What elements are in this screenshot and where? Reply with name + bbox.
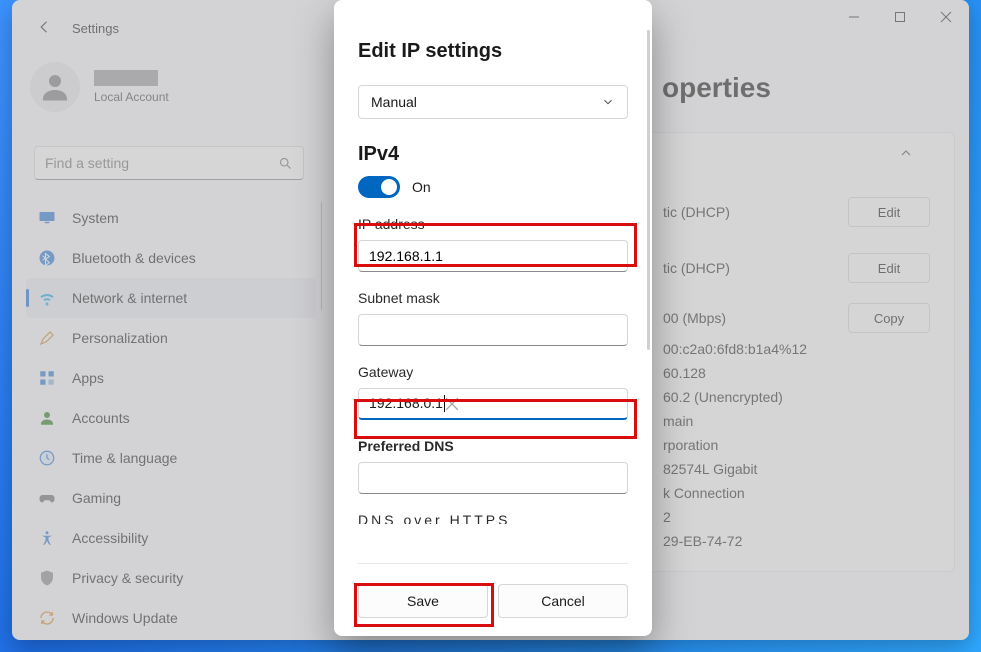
person-icon xyxy=(38,409,56,427)
dns-field[interactable] xyxy=(358,462,628,494)
prop-value: 00 (Mbps) xyxy=(663,310,848,326)
nav-label: Windows Update xyxy=(72,610,178,626)
dialog-title: Edit IP settings xyxy=(358,40,628,63)
toggle-label: On xyxy=(412,179,431,195)
ipv4-heading: IPv4 xyxy=(358,143,628,166)
prop-value: 60.2 (Unencrypted) xyxy=(663,389,930,405)
nav-label: Accessibility xyxy=(72,530,148,546)
edit-ip-dialog: Edit IP settings Manual IPv4 On IP addre… xyxy=(334,0,652,636)
prop-value: k Connection xyxy=(663,485,930,501)
prop-value: 60.128 xyxy=(663,365,930,381)
search-box[interactable] xyxy=(34,146,304,180)
titlebar-controls xyxy=(831,0,969,34)
nav-label: Personalization xyxy=(72,330,168,346)
shield-icon xyxy=(38,569,56,587)
prop-value: rporation xyxy=(663,437,930,453)
nav-label: Network & internet xyxy=(72,290,187,306)
profile-account-type: Local Account xyxy=(94,90,169,104)
sidebar-item-system[interactable]: System xyxy=(26,198,316,238)
search-input[interactable] xyxy=(45,155,278,171)
edit-button[interactable]: Edit xyxy=(848,197,930,227)
accessibility-icon xyxy=(38,529,56,547)
active-indicator xyxy=(26,289,29,307)
chevron-up-icon[interactable] xyxy=(898,145,914,161)
gamepad-icon xyxy=(38,489,56,507)
prop-value: tic (DHCP) xyxy=(663,260,848,276)
sidebar-item-privacy[interactable]: Privacy & security xyxy=(26,558,316,598)
nav-label: Gaming xyxy=(72,490,121,506)
edit-button[interactable]: Edit xyxy=(848,253,930,283)
prop-value: tic (DHCP) xyxy=(663,204,848,220)
nav-scrollbar[interactable] xyxy=(321,202,322,310)
ip-address-input[interactable] xyxy=(369,248,617,264)
nav-label: Time & language xyxy=(72,450,177,466)
back-icon[interactable] xyxy=(36,18,54,39)
wifi-icon xyxy=(38,289,56,307)
sidebar-item-bluetooth[interactable]: Bluetooth & devices xyxy=(26,238,316,278)
sidebar-item-network[interactable]: Network & internet xyxy=(26,278,316,318)
ip-mode-select[interactable]: Manual xyxy=(358,85,628,119)
cancel-button[interactable]: Cancel xyxy=(498,584,628,618)
close-button[interactable] xyxy=(923,0,969,34)
app-title: Settings xyxy=(72,21,119,36)
prop-value: 82574L Gigabit xyxy=(663,461,930,477)
prop-value: 00:c2a0:6fd8:b1a4%12 xyxy=(663,341,930,357)
dns-input[interactable] xyxy=(369,470,617,486)
nav-label: Bluetooth & devices xyxy=(72,250,196,266)
bluetooth-icon xyxy=(38,249,56,267)
nav-label: Accounts xyxy=(72,410,130,426)
clock-globe-icon xyxy=(38,449,56,467)
ip-address-field[interactable] xyxy=(358,240,628,272)
paintbrush-icon xyxy=(38,329,56,347)
gateway-label: Gateway xyxy=(358,364,628,380)
subnet-field[interactable] xyxy=(358,314,628,346)
sidebar-item-accounts[interactable]: Accounts xyxy=(26,398,316,438)
clear-input-icon[interactable] xyxy=(445,397,459,411)
dns-label: Preferred DNS xyxy=(358,438,628,454)
sidebar-item-update[interactable]: Windows Update xyxy=(26,598,316,638)
prop-value: 29-EB-74-72 xyxy=(663,533,930,549)
apps-icon xyxy=(38,369,56,387)
ip-address-label: IP address xyxy=(358,216,628,232)
dialog-scrollbar[interactable] xyxy=(647,30,650,350)
profile-block[interactable]: Local Account xyxy=(30,62,169,112)
prop-value: main xyxy=(663,413,930,429)
subnet-input[interactable] xyxy=(369,322,617,338)
search-icon xyxy=(278,156,293,171)
sidebar-item-gaming[interactable]: Gaming xyxy=(26,478,316,518)
header-row: Settings xyxy=(36,18,119,39)
nav-sidebar: System Bluetooth & devices Network & int… xyxy=(26,198,316,638)
sidebar-item-time[interactable]: Time & language xyxy=(26,438,316,478)
dns-over-https-label: DNS over HTTPS xyxy=(358,512,628,524)
sidebar-item-apps[interactable]: Apps xyxy=(26,358,316,398)
save-button[interactable]: Save xyxy=(358,584,488,618)
monitor-icon xyxy=(38,209,56,227)
ipv4-toggle[interactable] xyxy=(358,176,400,198)
sidebar-item-accessibility[interactable]: Accessibility xyxy=(26,518,316,558)
minimize-button[interactable] xyxy=(831,0,877,34)
copy-button[interactable]: Copy xyxy=(848,303,930,333)
update-icon xyxy=(38,609,56,627)
subnet-label: Subnet mask xyxy=(358,290,628,306)
avatar-icon xyxy=(30,62,80,112)
ip-mode-value: Manual xyxy=(371,94,417,110)
prop-value: 2 xyxy=(663,509,930,525)
nav-label: Apps xyxy=(72,370,104,386)
maximize-button[interactable] xyxy=(877,0,923,34)
nav-label: System xyxy=(72,210,119,226)
sidebar-item-personalization[interactable]: Personalization xyxy=(26,318,316,358)
gateway-field[interactable]: 192.168.0.1 xyxy=(358,388,628,420)
chevron-down-icon xyxy=(601,95,615,109)
gateway-input[interactable]: 192.168.0.1 xyxy=(369,395,445,413)
nav-label: Privacy & security xyxy=(72,570,183,586)
profile-name-redacted xyxy=(94,70,158,86)
